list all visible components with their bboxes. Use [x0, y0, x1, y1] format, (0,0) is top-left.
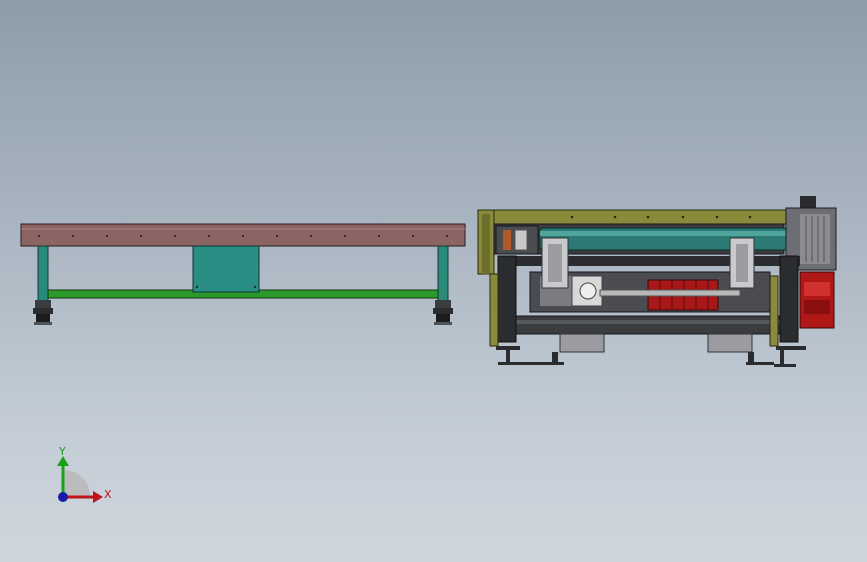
conveyor-table-assembly[interactable] — [20, 223, 466, 325]
table-foot-right — [433, 300, 453, 325]
model-canvas[interactable]: Y X — [0, 0, 867, 562]
y-axis-label: Y — [58, 445, 66, 458]
machine-assembly[interactable] — [477, 196, 837, 367]
table-control-panel — [192, 245, 260, 293]
table-foot-left — [33, 300, 53, 325]
orientation-triad[interactable]: Y X — [57, 445, 112, 503]
frame-post-right — [779, 255, 799, 343]
cad-viewport[interactable]: Y X — [0, 0, 867, 562]
frame-top-rail — [477, 209, 787, 225]
triad-arc — [63, 469, 91, 497]
table-leg-left — [37, 245, 49, 305]
table-leg-right — [437, 245, 449, 305]
frame-post-left — [497, 255, 517, 343]
machine-feet — [496, 346, 806, 367]
gear-motor-red — [799, 271, 835, 329]
x-axis-label: X — [104, 488, 112, 501]
vertical-slide-left — [541, 237, 569, 289]
frame-bottom-rail — [511, 315, 783, 335]
vertical-slide-right — [729, 237, 755, 289]
x-axis-arrow-icon — [93, 491, 103, 503]
z-axis-dot-icon — [58, 492, 68, 502]
